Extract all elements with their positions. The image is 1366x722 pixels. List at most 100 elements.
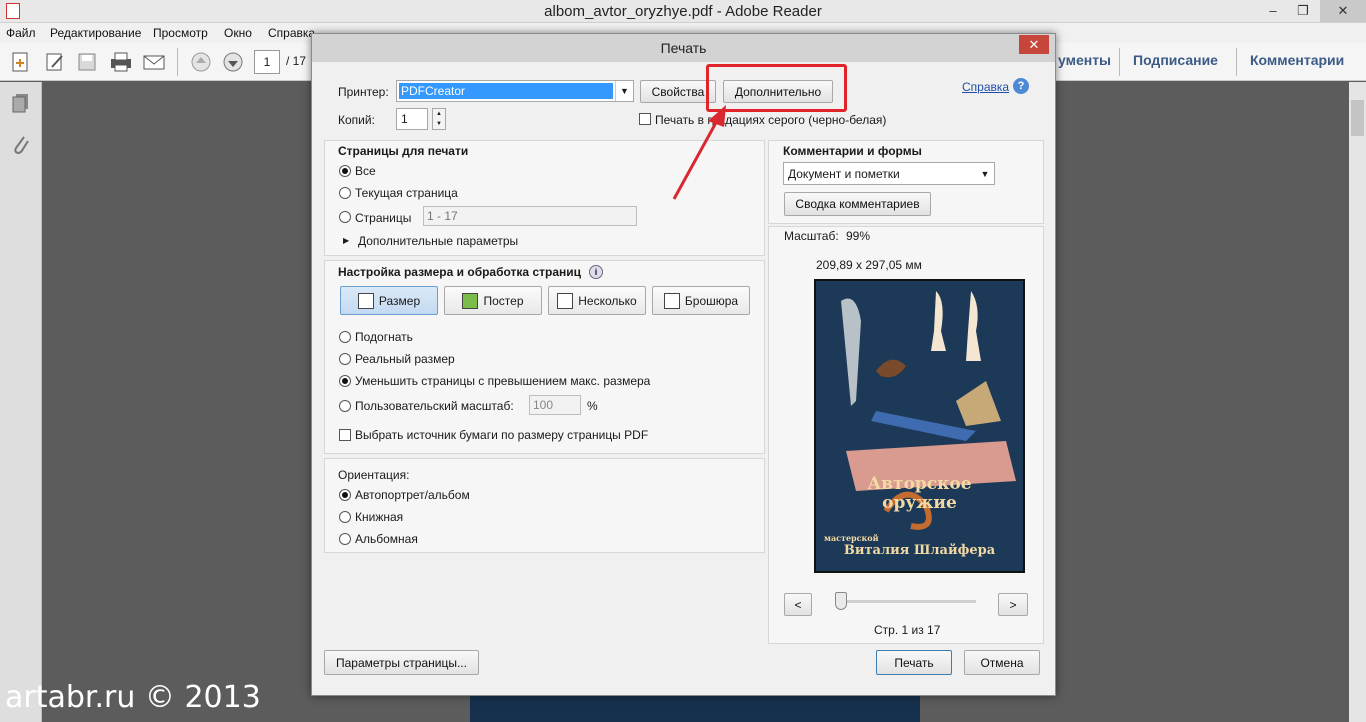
auto-orientation-label: Автопортрет/альбом <box>355 488 470 502</box>
paper-source-checkbox[interactable] <box>339 429 351 441</box>
copies-input[interactable]: 1 <box>396 108 428 130</box>
pages-icon[interactable] <box>10 92 32 117</box>
toolbar-separator <box>1236 48 1237 76</box>
close-window-button[interactable]: ✕ <box>1320 0 1366 22</box>
booklet-button-label: Брошюра <box>684 293 739 308</box>
tab-documents[interactable]: ументы <box>1058 52 1111 68</box>
print-icon[interactable] <box>108 50 134 74</box>
paper-dimensions: 209,89 x 297,05 мм <box>816 258 922 272</box>
percent-sign: % <box>587 399 598 413</box>
email-icon[interactable] <box>141 50 167 74</box>
page-slider-track[interactable] <box>838 600 976 603</box>
menu-file[interactable]: Файл <box>6 26 36 40</box>
more-options-label[interactable]: Дополнительные параметры <box>358 234 518 248</box>
current-page-label: Текущая страница <box>355 186 458 200</box>
booklet-mode-button[interactable]: Брошюра <box>652 286 750 315</box>
radio-fit[interactable] <box>339 331 351 343</box>
menu-help[interactable]: Справка <box>268 26 315 40</box>
expand-triangle-icon[interactable]: ▶ <box>343 236 349 245</box>
printer-select-value: PDFCreator <box>399 83 613 99</box>
radio-all-pages[interactable] <box>339 165 351 177</box>
page-up-icon[interactable] <box>188 50 214 74</box>
print-button[interactable]: Печать <box>876 650 952 675</box>
prev-page-button[interactable]: < <box>784 593 812 616</box>
booklet-icon <box>663 292 680 309</box>
save-icon[interactable] <box>74 50 100 74</box>
watermark: artabr.ru © 2013 <box>5 680 261 715</box>
window-titlebar: albom_avtor_oryzhye.pdf - Adobe Reader –… <box>0 0 1366 23</box>
scale-label: Масштаб: <box>784 229 839 243</box>
custom-scale-input[interactable]: 100 <box>529 395 581 415</box>
chevron-down-icon: ▼ <box>980 168 990 179</box>
copies-stepper[interactable]: ▲ ▼ <box>432 108 446 130</box>
poster-button-label: Постер <box>483 293 524 308</box>
radio-landscape[interactable] <box>339 533 351 545</box>
minimize-button[interactable]: – <box>1258 0 1288 22</box>
orientation-heading: Ориентация: <box>338 468 410 482</box>
page-range-input[interactable] <box>423 206 637 226</box>
tab-comments[interactable]: Комментарии <box>1250 52 1344 68</box>
poster-mode-button[interactable]: Постер <box>444 286 542 315</box>
dialog-titlebar: Печать ✕ <box>312 34 1055 62</box>
multiple-mode-button[interactable]: Несколько <box>548 286 646 315</box>
radio-portrait[interactable] <box>339 511 351 523</box>
radio-custom-scale[interactable] <box>339 400 351 412</box>
copies-label: Копий: <box>338 113 375 127</box>
printer-select[interactable]: PDFCreator ▼ <box>396 80 634 102</box>
page-setup-button[interactable]: Параметры страницы... <box>324 650 479 675</box>
page-range-label: Страницы <box>355 211 412 225</box>
summarize-comments-button[interactable]: Сводка комментариев <box>784 192 931 216</box>
size-icon <box>357 292 374 309</box>
scale-value: 99% <box>846 229 871 243</box>
radio-auto-orientation[interactable] <box>339 489 351 501</box>
menu-window[interactable]: Окно <box>224 26 252 40</box>
page-indicator: Стр. 1 из 17 <box>874 623 941 637</box>
radio-actual-size[interactable] <box>339 353 351 365</box>
info-icon[interactable]: i <box>589 265 603 279</box>
create-pdf-icon[interactable] <box>8 50 34 74</box>
dialog-close-button[interactable]: ✕ <box>1019 35 1049 54</box>
grayscale-checkbox[interactable] <box>639 113 651 125</box>
cancel-button[interactable]: Отмена <box>964 650 1040 675</box>
next-page-button[interactable]: > <box>998 593 1028 616</box>
radio-shrink-oversized[interactable] <box>339 375 351 387</box>
attachments-icon[interactable] <box>10 134 32 159</box>
help-icon[interactable]: ? <box>1013 78 1029 94</box>
pages-heading: Страницы для печати <box>338 144 469 158</box>
page-slider-thumb[interactable] <box>835 592 847 610</box>
comments-heading: Комментарии и формы <box>783 144 922 158</box>
radio-page-range[interactable] <box>339 211 351 223</box>
all-pages-label: Все <box>355 164 376 178</box>
page-down-icon[interactable] <box>220 50 246 74</box>
navigation-panel <box>0 82 42 722</box>
toolbar-separator <box>1119 48 1120 76</box>
portrait-label: Книжная <box>355 510 404 524</box>
preview-title-line1: Авторское <box>867 474 972 494</box>
page-number-input[interactable]: 1 <box>254 50 280 74</box>
toolbar-separator <box>177 48 178 76</box>
document-scrollbar[interactable] <box>1349 82 1366 722</box>
window-title: albom_avtor_oryzhye.pdf - Adobe Reader <box>544 3 822 20</box>
multiple-icon <box>557 292 574 309</box>
document-page <box>470 695 920 722</box>
preview-subtitle-big: Виталия Шлайфера <box>843 543 996 558</box>
scrollbar-thumb[interactable] <box>1351 100 1364 136</box>
menu-view[interactable]: Просмотр <box>153 26 208 40</box>
radio-current-page[interactable] <box>339 187 351 199</box>
fit-label: Подогнать <box>355 330 413 344</box>
custom-scale-label: Пользовательский масштаб: <box>355 399 514 413</box>
multiple-button-label: Несколько <box>578 293 637 308</box>
edit-icon[interactable] <box>42 50 68 74</box>
comments-select[interactable]: Документ и пометки ▼ <box>783 162 995 185</box>
landscape-label: Альбомная <box>355 532 418 546</box>
maximize-button[interactable]: ❐ <box>1288 0 1318 22</box>
comments-select-value: Документ и пометки <box>788 166 900 181</box>
help-link[interactable]: Справка <box>962 80 1009 94</box>
shrink-label: Уменьшить страницы с превышением макс. р… <box>355 374 651 388</box>
menu-edit[interactable]: Редактирование <box>50 26 141 40</box>
tab-signing[interactable]: Подписание <box>1133 52 1218 68</box>
annotation-arrow <box>672 105 726 200</box>
size-mode-button[interactable]: Размер <box>340 286 438 315</box>
page-preview: Авторское оружие мастерской Виталия Шлай… <box>814 279 1025 573</box>
chevron-down-icon: ▼ <box>615 81 633 101</box>
